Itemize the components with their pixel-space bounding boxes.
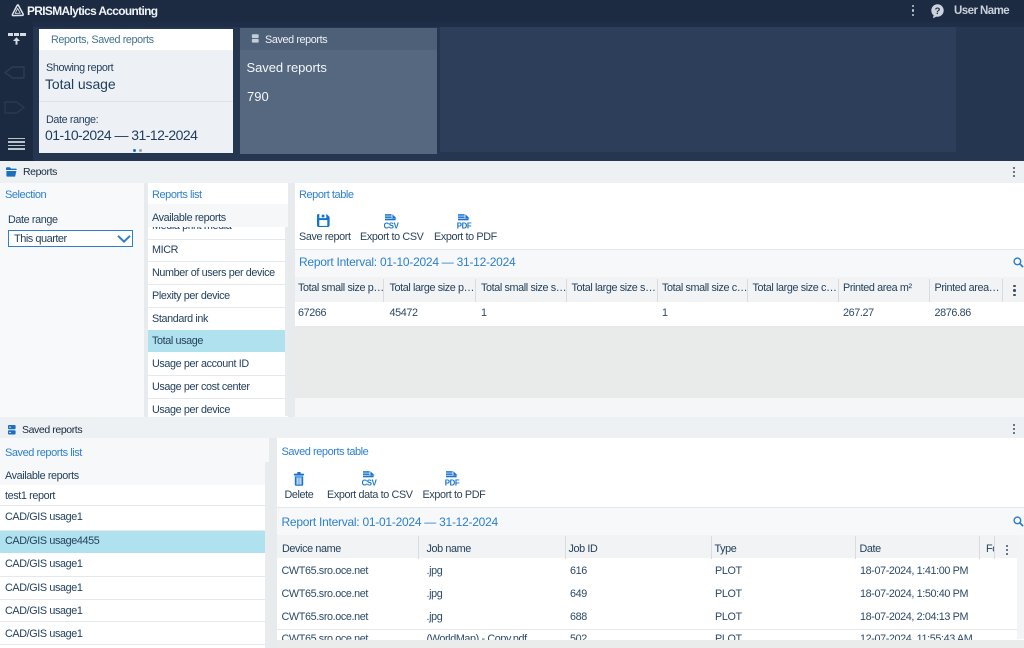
svg-text:PDF: PDF — [445, 478, 460, 486]
svg-text:PDF: PDF — [457, 221, 472, 229]
svg-text:CSV: CSV — [362, 478, 377, 486]
svg-text:CSV: CSV — [384, 221, 399, 229]
svg-text:?: ? — [935, 6, 941, 17]
